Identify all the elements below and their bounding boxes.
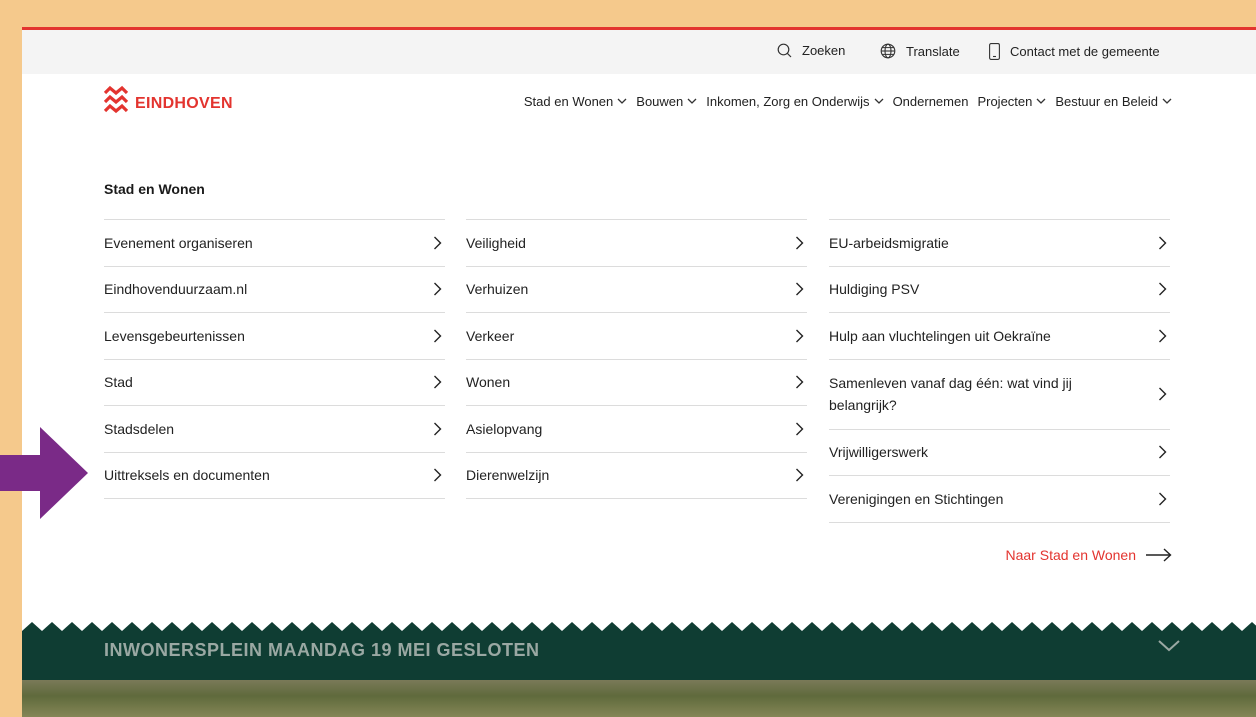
utility-bar: Zoeken Translate Contact met de gemeente (22, 30, 1256, 74)
chevron-right-icon (796, 282, 804, 296)
nav-item-inkomen-zorg-onderwijs[interactable]: Inkomen, Zorg en Onderwijs (706, 94, 884, 109)
nav-item-label: Bestuur en Beleid (1055, 94, 1158, 109)
menu-item-hulp-vluchtelingen-oekraine[interactable]: Hulp aan vluchtelingen uit Oekraïne (829, 313, 1170, 360)
menu-item-label: Verhuizen (466, 281, 529, 298)
chevron-right-icon (796, 236, 804, 250)
page-frame: Zoeken Translate Contact met de gemeente (22, 27, 1256, 717)
menu-item-label: Samenleven vanaf dag één: wat vind jij b… (829, 375, 1072, 413)
nav-item-ondernemen[interactable]: Ondernemen (893, 94, 969, 109)
menu-item-verenigingen-en-stichtingen[interactable]: Verenigingen en Stichtingen (829, 476, 1170, 523)
hero-photo (22, 680, 1256, 717)
chevron-down-icon (1162, 98, 1172, 104)
chevron-right-icon (434, 468, 442, 482)
nav-item-bouwen[interactable]: Bouwen (636, 94, 697, 109)
eindhoven-waves-icon (104, 85, 128, 114)
chevron-down-icon (1036, 98, 1046, 104)
nav-item-label: Stad en Wonen (523, 94, 614, 109)
translate-link[interactable]: Translate (880, 43, 960, 59)
more-link-label: Naar Stad en Wonen (1005, 547, 1137, 563)
search-label: Zoeken (802, 43, 846, 58)
eindhoven-logo[interactable]: EINDHOVEN (104, 84, 233, 124)
menu-item-dierenwelzijn[interactable]: Dierenwelzijn (466, 453, 807, 499)
menu-item-stad[interactable]: Stad (104, 360, 445, 406)
menu-item-label: EU-arbeidsmigratie (829, 234, 949, 251)
nav-item-stad-en-wonen[interactable]: Stad en Wonen (524, 94, 627, 109)
menu-item-stadsdelen[interactable]: Stadsdelen (104, 406, 445, 453)
chevron-right-icon (1159, 492, 1167, 506)
menu-item-label: Stad (104, 374, 133, 391)
phone-icon (989, 43, 1000, 60)
chevron-right-icon (1159, 329, 1167, 343)
chevron-right-icon (434, 375, 442, 389)
menu-item-huldiging-psv[interactable]: Huldiging PSV (829, 267, 1170, 313)
menu-item-label: Verkeer (466, 327, 515, 344)
contact-label: Contact met de gemeente (1010, 44, 1160, 59)
logo-text: EINDHOVEN (135, 95, 233, 112)
menu-item-uittreksels-en-documenten[interactable]: Uittreksels en documenten (104, 453, 445, 499)
nav-item-label: Inkomen, Zorg en Onderwijs (706, 94, 870, 109)
submenu-title: Stad en Wonen (104, 181, 205, 197)
chevron-right-icon (1159, 236, 1167, 250)
menu-item-verhuizen[interactable]: Verhuizen (466, 267, 807, 313)
menu-item-asielopvang[interactable]: Asielopvang (466, 406, 807, 453)
submenu-column-2: Veiligheid Verhuizen Verkeer Wonen Asiel… (466, 219, 807, 499)
menu-item-label: Verenigingen en Stichtingen (829, 490, 1004, 507)
translate-label: Translate (906, 43, 960, 59)
chevron-right-icon (1159, 282, 1167, 296)
chevron-down-icon (687, 98, 697, 104)
menu-item-veiligheid[interactable]: Veiligheid (466, 220, 807, 267)
chevron-right-icon (1159, 445, 1167, 459)
chevron-right-icon (434, 422, 442, 436)
chevron-right-icon (796, 329, 804, 343)
menu-item-levensgebeurtenissen[interactable]: Levensgebeurtenissen (104, 313, 445, 360)
menu-item-evenement-organiseren[interactable]: Evenement organiseren (104, 220, 445, 267)
menu-item-eu-arbeidsmigratie[interactable]: EU-arbeidsmigratie (829, 220, 1170, 267)
nav-item-label: Bouwen (636, 94, 684, 109)
announcement-banner[interactable]: INWONERSPLEIN MAANDAG 19 MEI GESLOTEN (22, 620, 1256, 680)
menu-item-label: Dierenwelzijn (466, 467, 550, 484)
submenu-column-1: Evenement organiseren Eindhovenduurzaam.… (104, 219, 445, 499)
chevron-right-icon (434, 236, 442, 250)
menu-item-verkeer[interactable]: Verkeer (466, 313, 807, 360)
annotation-arrow-icon (0, 427, 88, 519)
banner-text: INWONERSPLEIN MAANDAG 19 MEI GESLOTEN (104, 640, 540, 660)
menu-item-label: Huldiging PSV (829, 281, 920, 298)
chevron-down-icon (1158, 640, 1180, 652)
chevron-right-icon (434, 282, 442, 296)
menu-item-label: Evenement organiseren (104, 234, 253, 251)
menu-item-vrijwilligerswerk[interactable]: Vrijwilligerswerk (829, 430, 1170, 476)
contact-link[interactable]: Contact met de gemeente (989, 43, 1160, 60)
submenu-column-3: EU-arbeidsmigratie Huldiging PSV Hulp aa… (829, 219, 1170, 523)
menu-item-label: Asielopvang (466, 420, 543, 437)
nav-item-projecten[interactable]: Projecten (977, 94, 1046, 109)
menu-item-wonen[interactable]: Wonen (466, 360, 807, 406)
chevron-right-icon (796, 422, 804, 436)
main-nav: Stad en Wonen Bouwen Inkomen, Zorg en On… (515, 94, 1172, 109)
menu-item-label: Uittreksels en documenten (104, 467, 270, 484)
search-link[interactable]: Zoeken (777, 43, 845, 58)
chevron-right-icon (1159, 387, 1167, 401)
chevron-right-icon (796, 375, 804, 389)
menu-item-samenleven-vanaf-dag-een[interactable]: Samenleven vanaf dag één: wat vind jij b… (829, 360, 1170, 430)
menu-item-label: Hulp aan vluchtelingen uit Oekraïne (829, 327, 1051, 344)
nav-item-label: Ondernemen (892, 94, 969, 109)
menu-item-label: Levensgebeurtenissen (104, 327, 245, 344)
chevron-down-icon (617, 98, 627, 104)
globe-icon (880, 43, 896, 59)
menu-item-label: Veiligheid (466, 234, 526, 251)
naar-stad-en-wonen-link[interactable]: Naar Stad en Wonen (1006, 547, 1173, 563)
menu-item-label: Eindhovenduurzaam.nl (104, 281, 248, 298)
search-icon (777, 43, 792, 58)
chevron-right-icon (796, 468, 804, 482)
menu-item-label: Vrijwilligerswerk (829, 444, 929, 461)
menu-item-eindhovenduurzaam[interactable]: Eindhovenduurzaam.nl (104, 267, 445, 313)
menu-item-label: Wonen (466, 374, 511, 391)
arrow-right-icon (1146, 548, 1172, 562)
nav-item-label: Projecten (977, 94, 1033, 109)
menu-item-label: Stadsdelen (104, 420, 175, 437)
chevron-down-icon (874, 98, 884, 104)
chevron-right-icon (434, 329, 442, 343)
nav-item-bestuur-en-beleid[interactable]: Bestuur en Beleid (1055, 94, 1172, 109)
